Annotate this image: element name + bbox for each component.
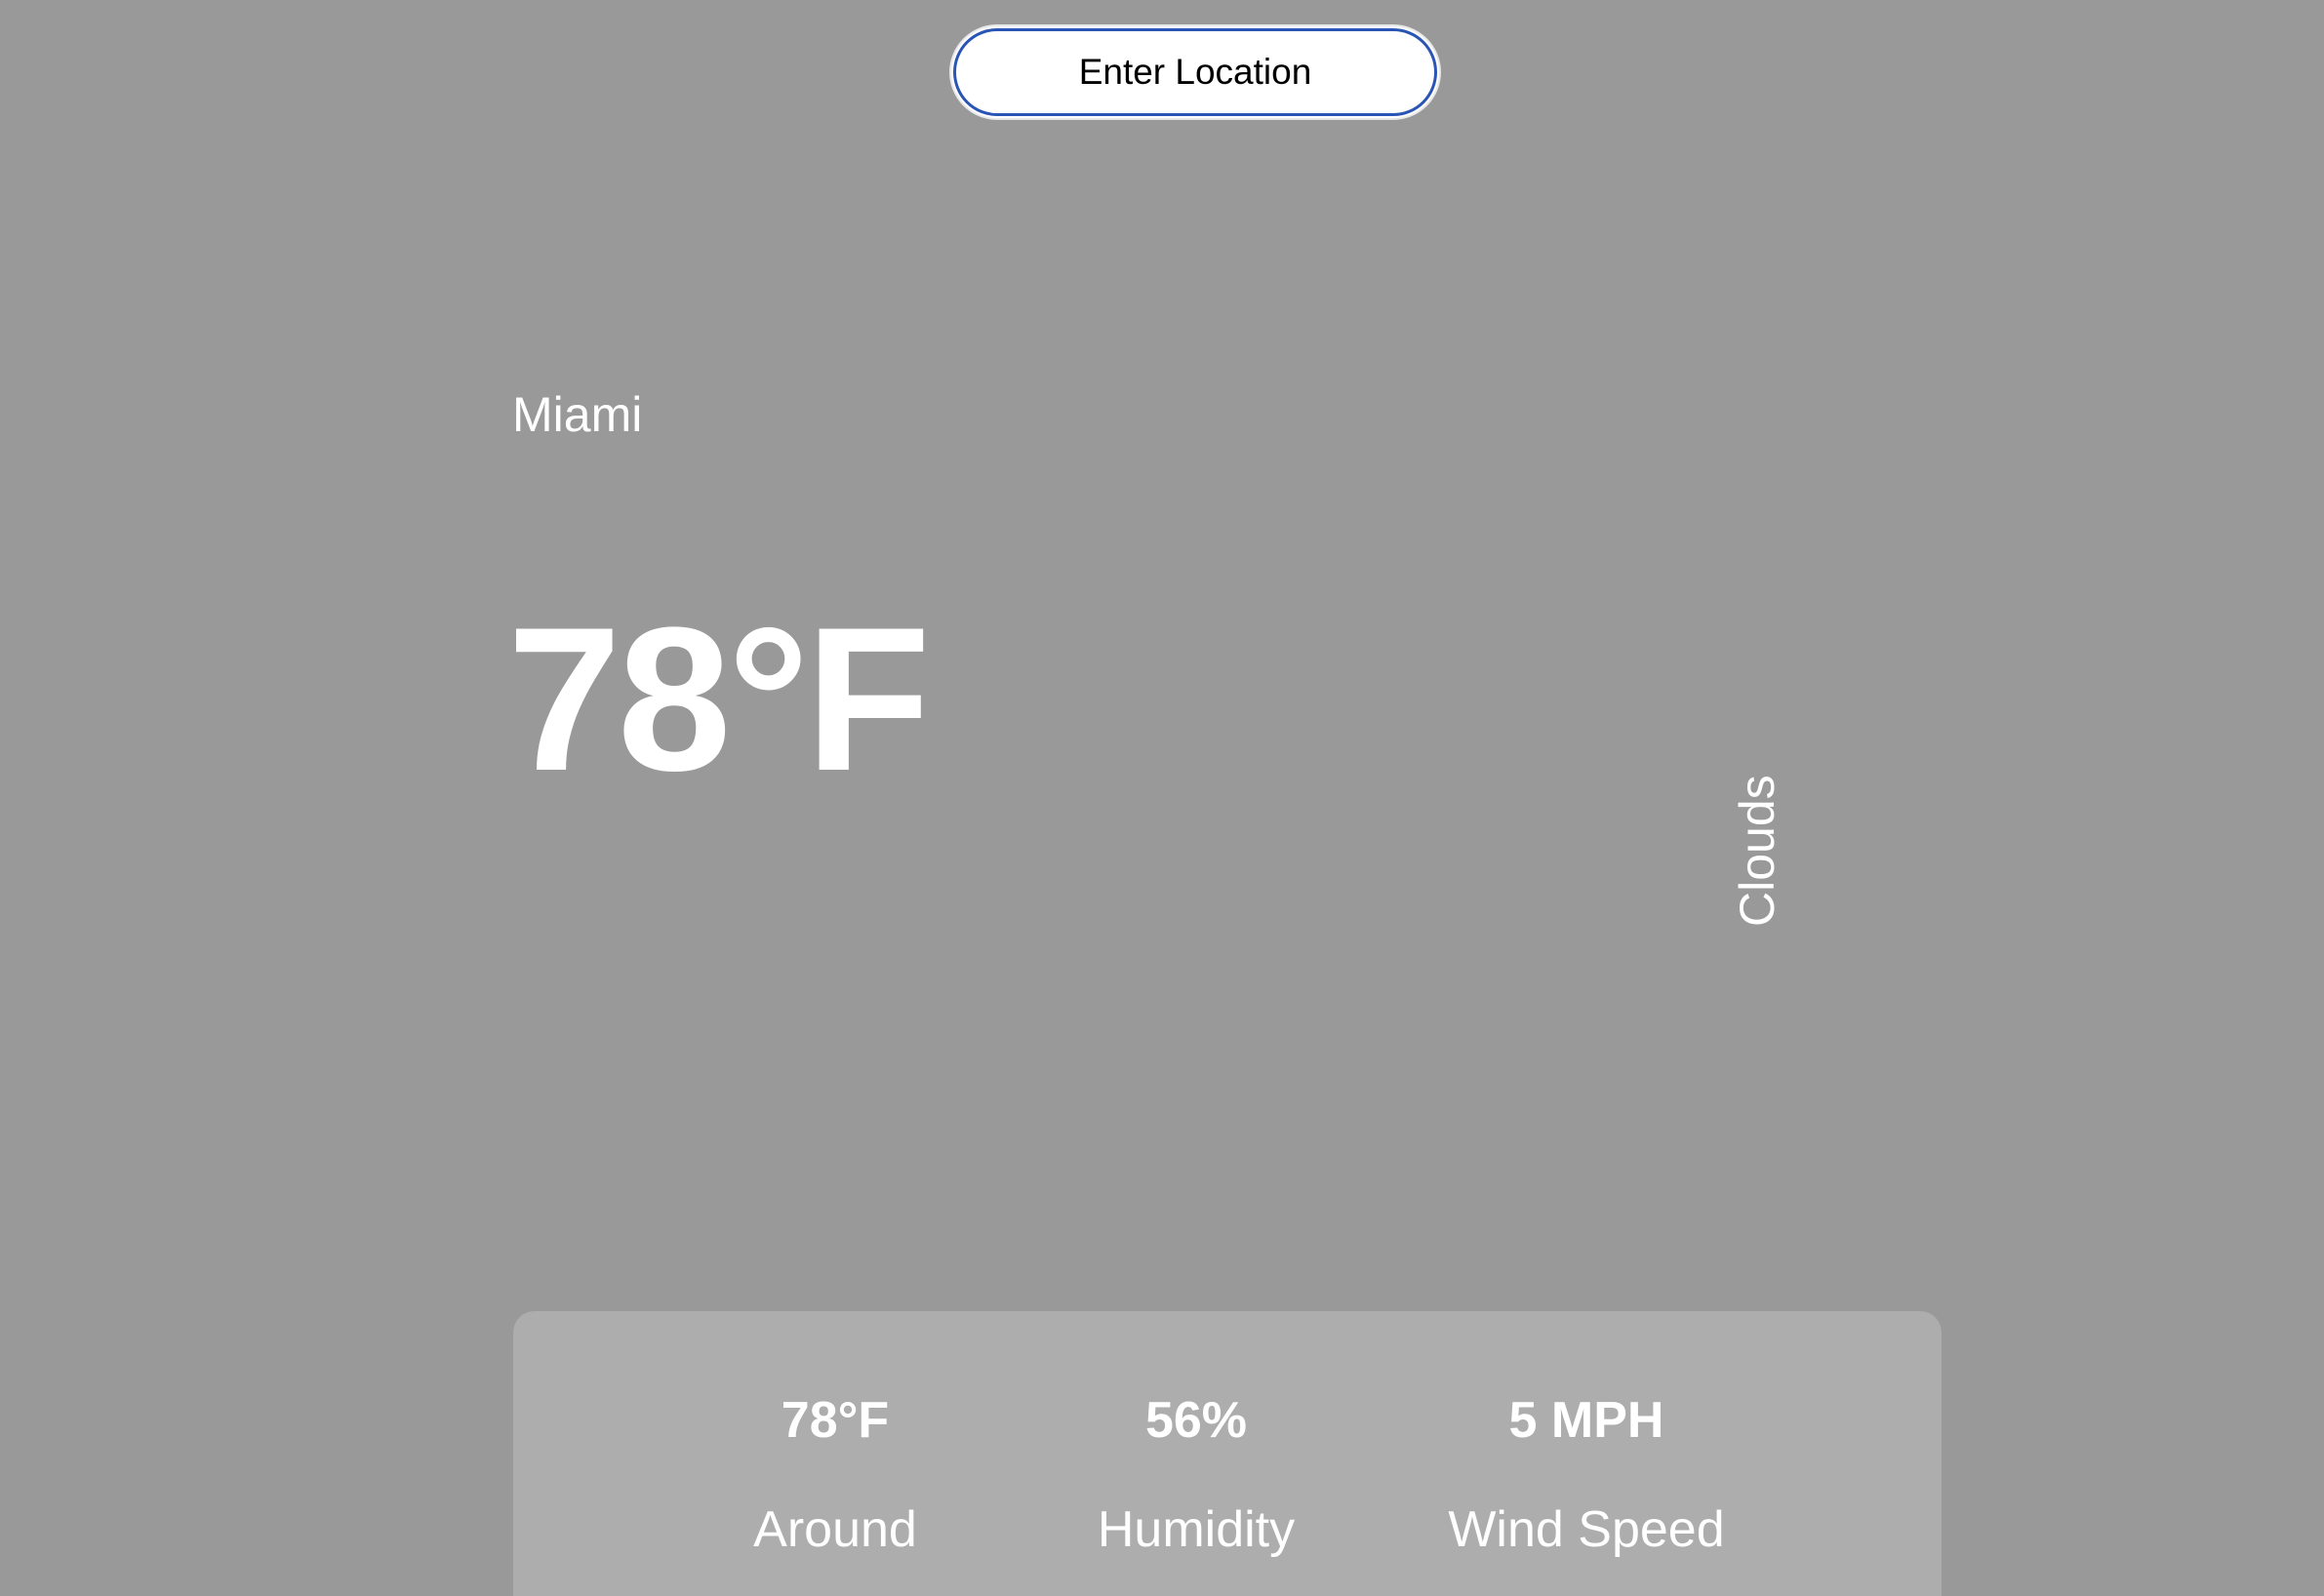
- stat-label: Around: [753, 1501, 917, 1558]
- stat-value: 5 MPH: [1508, 1392, 1664, 1449]
- current-temperature: 78°F: [507, 584, 931, 814]
- location-search-input[interactable]: [953, 28, 1437, 116]
- stat-value: 56%: [1144, 1392, 1248, 1449]
- weather-app: Miami 78°F Clouds 78°F Around 56% Humidi…: [0, 0, 2324, 1596]
- weather-description: Clouds: [1730, 775, 1784, 927]
- search-container: [949, 24, 1441, 120]
- stat-label: Wind Speed: [1448, 1501, 1725, 1558]
- stat-label: Humidity: [1097, 1501, 1296, 1558]
- stat-value: 78°F: [781, 1392, 890, 1449]
- location-name: Miami: [512, 387, 643, 442]
- weather-stats-panel: 78°F Around 56% Humidity 5 MPH Wind Spee…: [513, 1311, 1942, 1596]
